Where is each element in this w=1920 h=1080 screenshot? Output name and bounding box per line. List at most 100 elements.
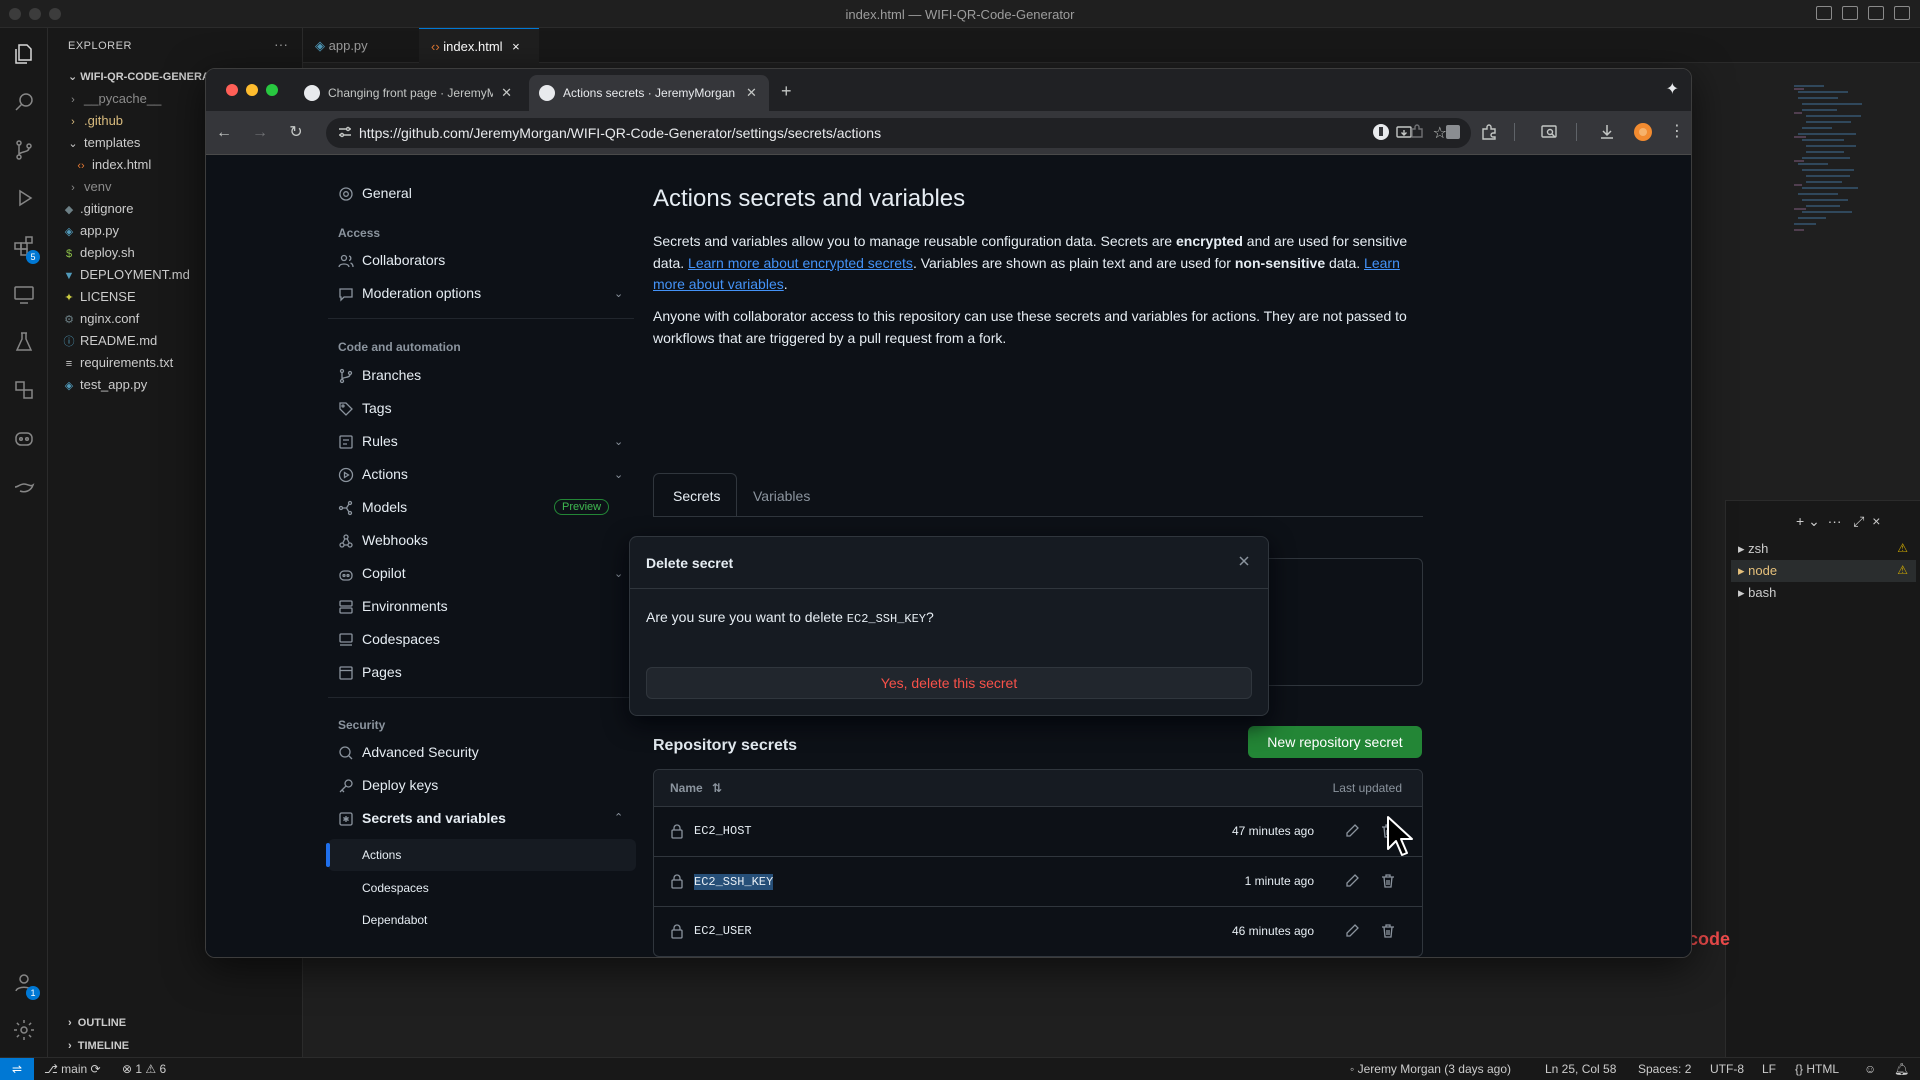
gemini-sparkle-icon[interactable]: ✦ bbox=[1666, 79, 1679, 99]
tree-file-requirements-txt[interactable]: ≡ requirements.txt bbox=[62, 352, 173, 374]
reload-icon[interactable]: ↻ bbox=[286, 123, 306, 143]
extension-puzzle-disabled-icon[interactable] bbox=[1408, 123, 1426, 141]
new-repository-secret-button[interactable]: New repository secret bbox=[1248, 726, 1422, 758]
timeline-section[interactable]: › TIMELINE bbox=[68, 1040, 129, 1052]
password-manager-icon[interactable] bbox=[1372, 123, 1390, 141]
source-control-icon[interactable] bbox=[12, 138, 36, 162]
testing-icon[interactable] bbox=[12, 330, 36, 354]
editor-tab-index-html[interactable]: ‹› index.html × bbox=[419, 28, 539, 63]
git-blame[interactable]: ◦ Jeremy Morgan (3 days ago) bbox=[1350, 1062, 1511, 1076]
close-tab-icon[interactable]: ✕ bbox=[746, 85, 757, 101]
toggle-secondary-sidebar-icon[interactable] bbox=[1868, 6, 1884, 20]
close-tab-icon[interactable]: ✕ bbox=[501, 85, 512, 101]
toggle-panel-icon[interactable] bbox=[1842, 6, 1858, 20]
close-icon[interactable] bbox=[1234, 551, 1254, 571]
tree-file-license[interactable]: ✦ LICENSE bbox=[62, 286, 135, 308]
tree-file-deploy-sh[interactable]: $ deploy.sh bbox=[62, 242, 135, 264]
editor-tab-app-py[interactable]: ◈ app.py bbox=[303, 28, 413, 63]
profile-avatar-icon[interactable] bbox=[1634, 123, 1652, 141]
forward-arrow-icon[interactable]: → bbox=[250, 123, 270, 143]
key-asterisk-icon bbox=[338, 811, 354, 827]
copilot-status-icon[interactable]: ☺ bbox=[1864, 1062, 1876, 1076]
toggle-sidebar-icon[interactable] bbox=[1816, 6, 1832, 20]
remote-indicator-icon[interactable]: ⇌ bbox=[0, 1058, 34, 1080]
window-title: index.html — WIFI-QR-Code-Generator bbox=[845, 7, 1075, 22]
line-ending[interactable]: LF bbox=[1762, 1062, 1776, 1076]
customize-layout-icon[interactable] bbox=[1894, 6, 1910, 20]
chrome-menu-icon[interactable]: ⋮ bbox=[1668, 123, 1686, 141]
run-debug-icon[interactable] bbox=[12, 186, 36, 210]
address-bar[interactable]: https://github.com/JeremyMorgan/WIFI-QR-… bbox=[326, 118, 1471, 148]
extensions-puzzle-icon[interactable] bbox=[1480, 123, 1498, 141]
tree-file-gitignore[interactable]: ◆ .gitignore bbox=[62, 198, 134, 220]
tab-variables[interactable]: Variables bbox=[753, 488, 810, 504]
extension-square-icon[interactable] bbox=[1444, 123, 1462, 141]
site-settings-icon[interactable] bbox=[338, 125, 352, 139]
codescan-icon bbox=[338, 745, 354, 761]
nav-sub-actions[interactable]: Actions bbox=[362, 848, 401, 862]
downloads-icon[interactable] bbox=[1598, 123, 1616, 141]
browser-tab-front-page[interactable]: Changing front page · JeremyMorgan ✕ bbox=[294, 75, 522, 111]
settings-gear-icon[interactable] bbox=[12, 1018, 36, 1042]
nav-sub-codespaces[interactable]: Codespaces bbox=[362, 881, 429, 895]
notifications-bell-icon[interactable]: 🔔︎ bbox=[1894, 1062, 1909, 1076]
containers-icon[interactable] bbox=[12, 378, 36, 402]
tree-folder-venv[interactable]: › venv bbox=[66, 176, 111, 198]
chevron-up-icon[interactable]: ⌃ bbox=[614, 811, 623, 824]
outline-section[interactable]: › OUTLINE bbox=[68, 1017, 126, 1029]
confirm-delete-button[interactable]: Yes, delete this secret bbox=[646, 667, 1252, 699]
tab-secrets[interactable]: Secrets bbox=[673, 488, 720, 504]
remote-explorer-icon[interactable] bbox=[12, 282, 36, 306]
nav-label: Tags bbox=[362, 400, 392, 416]
docker-whale-icon[interactable] bbox=[12, 474, 36, 498]
pencil-icon[interactable] bbox=[1344, 923, 1360, 939]
chevron-down-icon[interactable]: ⌄ bbox=[614, 468, 623, 481]
cursor-position[interactable]: Ln 25, Col 58 bbox=[1545, 1062, 1616, 1076]
tree-file-nginx-conf[interactable]: ⚙ nginx.conf bbox=[62, 308, 139, 330]
config-file-icon: ⚙ bbox=[64, 314, 74, 326]
nav-sub-dependabot[interactable]: Dependabot bbox=[362, 913, 427, 927]
tree-file-index-html[interactable]: ‹› index.html bbox=[74, 154, 151, 176]
chevron-down-icon[interactable]: ⌄ bbox=[614, 567, 623, 580]
copilot-icon[interactable] bbox=[12, 426, 36, 450]
terminal-node[interactable]: ▸ node bbox=[1738, 563, 1777, 579]
language-mode[interactable]: {} HTML bbox=[1795, 1062, 1839, 1076]
chrome-zoom-dot[interactable] bbox=[266, 84, 278, 96]
branch-indicator[interactable]: ⎇ main ⟳ bbox=[44, 1062, 101, 1076]
tab-search-icon[interactable] bbox=[1540, 123, 1558, 141]
encoding[interactable]: UTF-8 bbox=[1710, 1062, 1744, 1076]
terminal-bash[interactable]: ▸ bash bbox=[1738, 585, 1776, 601]
chrome-close-dot[interactable] bbox=[226, 84, 238, 96]
github-favicon-icon bbox=[304, 85, 320, 101]
chevron-down-icon[interactable]: ⌄ bbox=[614, 287, 623, 300]
tree-file-deployment-md[interactable]: ▼ DEPLOYMENT.md bbox=[62, 264, 190, 286]
pencil-icon[interactable] bbox=[1344, 873, 1360, 889]
new-tab-icon[interactable]: + bbox=[781, 81, 792, 102]
problems-indicator[interactable]: ⊗ 1 ⚠ 6 bbox=[122, 1062, 166, 1076]
tree-folder-templates[interactable]: ⌄ templates bbox=[66, 132, 140, 154]
terminal-zsh[interactable]: ▸ zsh bbox=[1738, 541, 1768, 557]
search-icon[interactable] bbox=[12, 90, 36, 114]
tree-file-readme-md[interactable]: ⓘ README.md bbox=[62, 330, 158, 352]
browser-tab-actions-secrets[interactable]: Actions secrets · JeremyMorgan ✕ bbox=[529, 75, 769, 111]
table-row: EC2_HOST 47 minutes ago bbox=[654, 807, 1422, 857]
column-name-header[interactable]: Name ⇅ bbox=[670, 781, 722, 795]
chevron-down-icon[interactable]: ⌄ bbox=[614, 435, 623, 448]
tree-folder-pycache[interactable]: › __pycache__ bbox=[66, 88, 161, 110]
close-icon[interactable]: × bbox=[512, 39, 520, 54]
trash-icon[interactable] bbox=[1380, 923, 1396, 939]
nav-active-indicator bbox=[326, 843, 330, 867]
explorer-icon[interactable] bbox=[12, 42, 36, 66]
indentation[interactable]: Spaces: 2 bbox=[1638, 1062, 1691, 1076]
explorer-more-icon[interactable]: ··· bbox=[274, 36, 288, 52]
tree-file-app-py[interactable]: ◈ app.py bbox=[62, 220, 119, 242]
pencil-icon[interactable] bbox=[1344, 823, 1360, 839]
tree-file-test-app-py[interactable]: ◈ test_app.py bbox=[62, 374, 147, 396]
trash-icon[interactable] bbox=[1380, 873, 1396, 889]
learn-more-secrets-link[interactable]: Learn more about encrypted secrets bbox=[688, 255, 913, 271]
back-arrow-icon[interactable]: ← bbox=[214, 123, 234, 143]
chrome-minimize-dot[interactable] bbox=[246, 84, 258, 96]
sort-icon[interactable]: ⇅ bbox=[712, 781, 722, 795]
tree-folder-github[interactable]: › .github bbox=[66, 110, 123, 132]
minimap[interactable] bbox=[1790, 80, 1880, 260]
